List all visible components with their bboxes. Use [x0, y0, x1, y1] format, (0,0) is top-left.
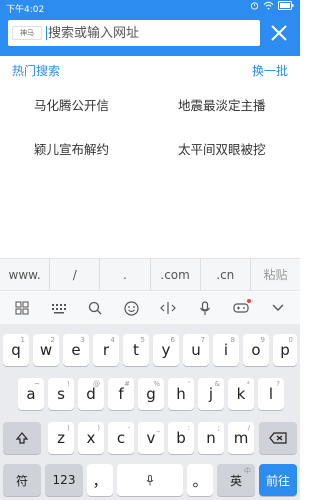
language-toggle-key[interactable]: 英中 [217, 464, 255, 496]
key-f[interactable]: f # [108, 378, 134, 410]
key-y[interactable]: y6 [153, 334, 179, 366]
shift-icon [15, 432, 29, 444]
key-u[interactable]: u7 [183, 334, 209, 366]
key-s[interactable]: s! [48, 378, 74, 410]
keyboard-toolbar [0, 292, 300, 324]
status-icons [250, 1, 294, 10]
key-k[interactable]: k * [228, 378, 254, 410]
status-time: 下午4:02 [6, 5, 45, 15]
key-p[interactable]: p0 [273, 334, 297, 366]
paste-button[interactable]: 粘贴 [251, 259, 300, 290]
collapse-icon[interactable] [266, 296, 290, 320]
search-engine-selector[interactable]: 神马 [12, 26, 42, 40]
key-j[interactable]: j & [198, 378, 224, 410]
notification-dot [247, 299, 252, 303]
quick-key-slash[interactable]: / [50, 259, 101, 290]
mic-icon [146, 474, 154, 485]
refresh-button[interactable]: 换一批 [252, 62, 288, 79]
hot-search-item[interactable]: 太平间双眼被挖 [178, 139, 266, 158]
key-i[interactable]: i8 [213, 334, 239, 366]
key-o[interactable]: o9 [243, 334, 269, 366]
alarm-icon [250, 2, 259, 10]
mic-icon[interactable] [193, 296, 217, 320]
hot-search-item[interactable]: 地震最淡定主播 [178, 95, 266, 114]
top-bar: 下午4:02 神马 [0, 0, 300, 56]
wifi-icon [263, 1, 274, 10]
key-t[interactable]: t5 [123, 334, 149, 366]
hot-search-header: 热门搜索 换一批 [0, 60, 300, 80]
quick-key-dot[interactable]: . [100, 259, 151, 290]
key-e[interactable]: e3 [63, 334, 89, 366]
battery-icon [278, 1, 294, 10]
quick-key-www[interactable]: www. [0, 259, 51, 290]
hot-search-item[interactable]: 马化腾公开信 [34, 95, 109, 114]
status-bar: 下午4:02 [0, 0, 300, 15]
search-input[interactable] [48, 24, 248, 42]
game-icon[interactable] [229, 296, 253, 320]
key-d[interactable]: d @ [78, 378, 104, 410]
backspace-icon [269, 432, 287, 444]
backspace-key[interactable] [259, 422, 297, 454]
key-l[interactable]: l? [258, 378, 284, 410]
key-q[interactable]: q1 [3, 334, 29, 366]
key-c[interactable]: c- [108, 422, 134, 454]
go-button[interactable]: 前往 [259, 464, 297, 496]
symbol-key[interactable]: 符 [3, 464, 41, 496]
grid-icon[interactable] [10, 296, 34, 320]
quick-key-cn[interactable]: .cn [201, 259, 251, 290]
period-key[interactable]: 。 [187, 464, 213, 496]
search-icon[interactable] [83, 296, 107, 320]
soft-keyboard: q1 w2 e3 r4 t5 y6 u7 i8 o9 p0 a ~ s! d @ f… [0, 324, 300, 500]
comma-key[interactable]: ， [87, 464, 113, 496]
url-quick-bar: www. / . .com .cn 粘贴 [0, 258, 300, 291]
key-w[interactable]: w2 [33, 334, 59, 366]
key-x[interactable]: x) [78, 422, 104, 454]
numbers-key[interactable]: 123 [45, 464, 83, 496]
key-g[interactable]: g% [138, 378, 164, 410]
key-h[interactable]: h ' [168, 378, 194, 410]
cursor-icon[interactable] [156, 296, 180, 320]
space-key[interactable] [117, 464, 183, 496]
key-v[interactable]: v _ [138, 422, 164, 454]
key-b[interactable]: b: [168, 422, 194, 454]
quick-key-com[interactable]: .com [151, 259, 201, 290]
key-n[interactable]: n; [198, 422, 224, 454]
search-box[interactable]: 神马 [8, 20, 260, 46]
hot-search-item[interactable]: 颖儿宣布解约 [34, 139, 109, 158]
key-r[interactable]: r4 [93, 334, 119, 366]
key-m[interactable]: m / [228, 422, 254, 454]
text-caret [46, 26, 47, 40]
hot-search-title: 热门搜索 [12, 64, 61, 78]
emoji-icon[interactable] [120, 296, 144, 320]
close-button[interactable] [266, 20, 292, 46]
keyboard-icon[interactable] [47, 296, 71, 320]
key-z[interactable]: z( [48, 422, 74, 454]
shift-key[interactable] [3, 422, 41, 454]
key-a[interactable]: a ~ [18, 378, 44, 410]
close-icon [271, 25, 287, 41]
